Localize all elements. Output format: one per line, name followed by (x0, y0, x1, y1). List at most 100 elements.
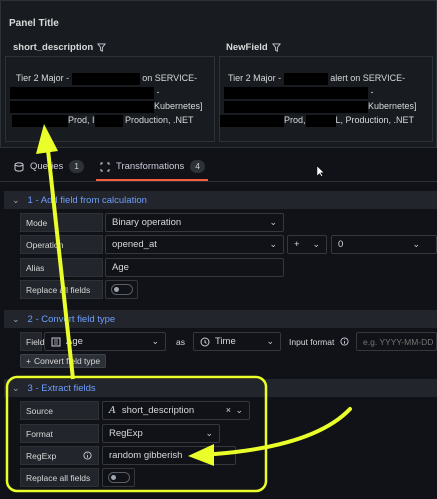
info-icon[interactable] (83, 451, 92, 460)
plus-icon: + (26, 356, 31, 366)
convert-field-type-button[interactable]: + Convert field type (20, 354, 107, 368)
input-format-field[interactable] (356, 332, 437, 351)
cell-text: Kubernetes] (368, 101, 417, 111)
cell-text: alert on SERVICE- (330, 73, 406, 83)
replace-all-fields-toggle-wrap (102, 468, 135, 487)
transformation-title: 2 - Convert field type (27, 313, 116, 325)
cell-text: Prod, I (68, 115, 95, 125)
filter-icon[interactable] (271, 43, 281, 52)
format-value: RegExp (109, 428, 143, 439)
regexp-label-text: RegExp (26, 450, 57, 461)
alias-label: Alias (20, 258, 103, 277)
alias-input[interactable]: Age (105, 258, 284, 277)
cell-text: - (156, 87, 160, 97)
chevron-down-icon: ⌄ (235, 405, 243, 415)
chevron-down-icon[interactable]: ⌄ (12, 383, 20, 394)
transformation-2-header[interactable]: ⌄ 2 - Convert field type (4, 310, 437, 328)
tab-count-badge: 1 (69, 160, 84, 173)
redaction (12, 114, 68, 127)
replace-all-fields-toggle[interactable] (108, 472, 130, 483)
input-format-label: Input format (284, 332, 354, 351)
replace-all-fields-toggle-wrap (105, 280, 138, 299)
table-cell: Tier 2 Major - alert on SERVICE- - Kuber… (219, 56, 433, 142)
operation-label: Operation (20, 235, 103, 254)
field-icon (51, 337, 61, 346)
transformation-title: 3 - Extract fields (27, 382, 96, 394)
tab-count-badge: 4 (190, 160, 206, 173)
panel-title: Panel Title (9, 18, 59, 29)
tab-transformations[interactable]: Transformations 4 (100, 160, 206, 173)
field-select[interactable]: Age ⌄ (44, 332, 166, 351)
column-header-label: NewField (226, 42, 268, 53)
cell-text: Tier 2 Major - (16, 73, 70, 83)
cell-text: Production, .NET (125, 115, 194, 125)
column-header-newfield[interactable]: NewField (226, 42, 281, 53)
info-icon[interactable] (340, 337, 349, 346)
operation-left-value: opened_at (112, 239, 157, 250)
string-type-icon: 𝐴 (109, 405, 116, 416)
operation-left-select[interactable]: opened_at ⌄ (105, 235, 284, 254)
clock-icon (200, 337, 210, 346)
chevron-down-icon: ⌄ (266, 336, 274, 346)
replace-all-fields-label: Replace all fields (20, 280, 103, 299)
operator-select[interactable]: + ⌄ (287, 235, 327, 254)
redaction (224, 86, 368, 99)
transform-icon (100, 162, 110, 171)
cell-text: L, Production, .NET (335, 115, 415, 125)
target-type-select[interactable]: Time ⌄ (193, 332, 281, 351)
redaction (305, 114, 336, 127)
cell-text: - (370, 87, 374, 97)
mode-value: Binary operation (112, 217, 182, 228)
column-header-short-description[interactable]: short_description (13, 42, 107, 53)
chevron-down-icon: ⌄ (151, 336, 159, 346)
chevron-down-icon: ⌄ (269, 239, 277, 249)
transformation-3-header[interactable]: ⌄ 3 - Extract fields (4, 379, 437, 397)
redaction (10, 86, 154, 99)
mouse-cursor-icon (317, 166, 325, 177)
chevron-down-icon: ⌄ (312, 239, 320, 249)
operation-right-select[interactable]: 0 ⌄ (331, 235, 437, 254)
input-format-label-text: Input format (289, 336, 335, 347)
redaction (220, 114, 284, 127)
tab-queries[interactable]: Queries 1 (14, 160, 84, 173)
editor-tabs: Queries 1 Transformations 4 (0, 150, 437, 182)
replace-all-fields-label: Replace all fields (20, 468, 99, 487)
clear-icon[interactable]: × (226, 405, 231, 415)
regexp-label: RegExp (20, 446, 99, 465)
field-value: Age (66, 336, 83, 347)
chevron-down-icon: ⌄ (205, 428, 213, 438)
cell-text: Prod, (284, 115, 306, 125)
chevron-down-icon: ⌄ (269, 217, 277, 227)
source-label: Source (20, 401, 99, 420)
source-value: short_description (121, 405, 195, 416)
redaction (283, 72, 328, 85)
active-tab-indicator (96, 179, 208, 181)
database-icon (14, 161, 24, 172)
filter-icon[interactable] (97, 43, 107, 52)
format-label: Format (20, 424, 99, 443)
transformation-title: 1 - Add field from calculation (27, 194, 147, 206)
cell-text: Tier 2 Major - (228, 73, 282, 83)
chevron-down-icon[interactable]: ⌄ (12, 314, 20, 325)
tab-label: Transformations (116, 161, 185, 172)
operator-value: + (294, 239, 300, 250)
chevron-down-icon: ⌄ (412, 239, 420, 249)
cell-text: Kubernetes] (154, 101, 203, 111)
regexp-input[interactable]: random gibberish (102, 446, 236, 465)
operation-right-value: 0 (338, 239, 344, 250)
tab-label: Queries (30, 161, 64, 172)
redaction (71, 72, 140, 85)
table-cell: Tier 2 Major - on SERVICE- - Kubernetes]… (5, 56, 215, 142)
field-label: Field (20, 332, 44, 351)
target-type-value: Time (215, 336, 236, 347)
button-label: Convert field type (33, 356, 101, 366)
mode-select[interactable]: Binary operation ⌄ (105, 213, 284, 232)
redaction (10, 100, 154, 113)
redaction (224, 100, 368, 113)
source-select[interactable]: 𝐴 short_description × ⌄ (102, 401, 250, 420)
chevron-down-icon[interactable]: ⌄ (12, 195, 20, 206)
format-select[interactable]: RegExp ⌄ (102, 424, 220, 443)
column-header-label: short_description (13, 42, 94, 53)
transformation-1-header[interactable]: ⌄ 1 - Add field from calculation (4, 191, 437, 209)
replace-all-fields-toggle[interactable] (111, 284, 133, 295)
